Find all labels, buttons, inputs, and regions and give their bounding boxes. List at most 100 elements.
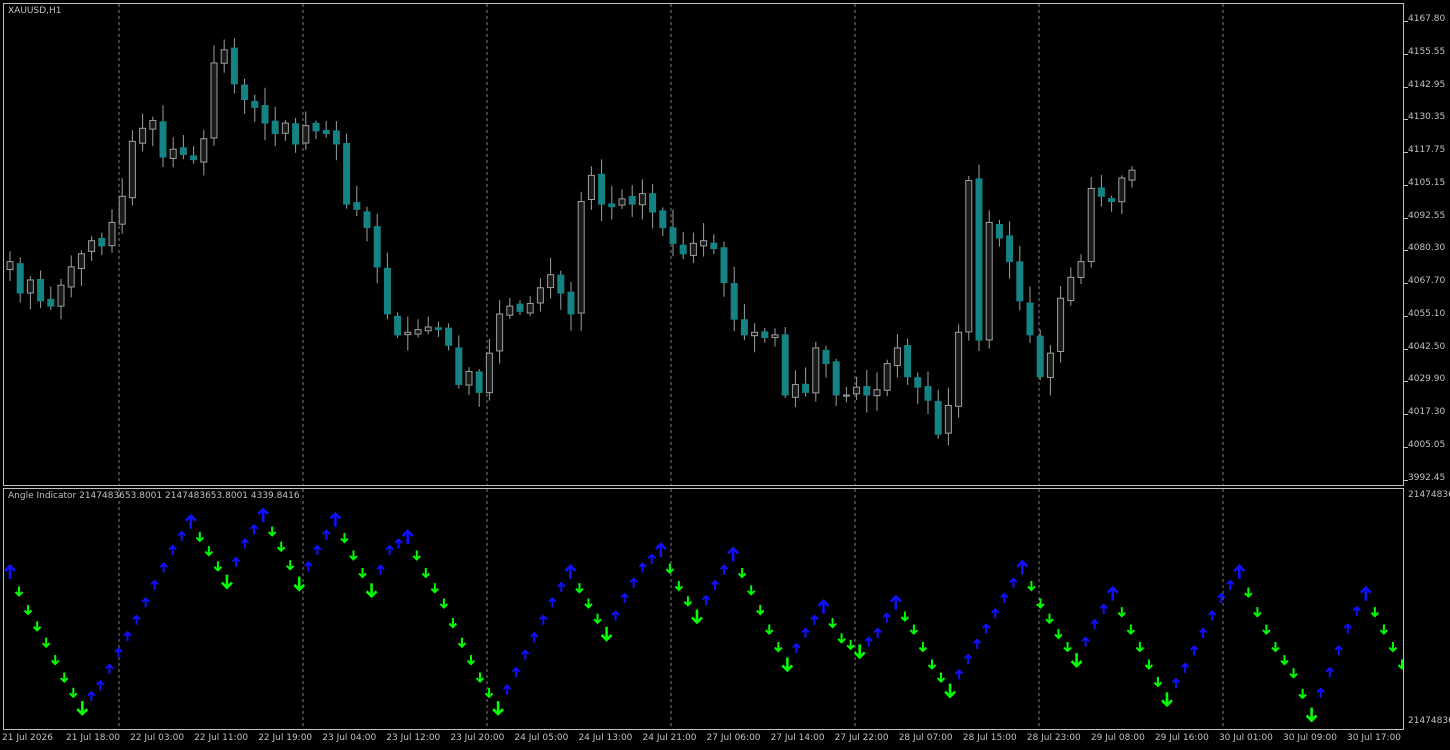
candle [363,206,371,242]
bear-candle-body [434,327,442,331]
up-arrow-icon [168,544,177,556]
bear-candle-body [781,334,789,396]
up-arrow-icon [177,530,186,541]
candle [638,179,646,220]
up-arrow-icon [376,564,385,575]
up-arrow-icon [638,562,647,573]
down-arrow-icon [475,672,485,683]
candle [302,111,310,150]
candle [322,120,330,138]
price-tick-mark [1404,283,1408,284]
candle [108,209,116,253]
candle [873,372,881,411]
down-arrow-icon [1054,628,1063,640]
up-arrow-icon [557,581,566,593]
bull-candle-body [1128,169,1136,181]
down-arrow-icon [412,550,421,561]
candlestick-chart[interactable] [4,4,1404,486]
up-arrow-icon [231,556,241,568]
down-arrow-icon [23,604,33,616]
candle [965,176,973,341]
candle [751,323,759,353]
down-arrow-icon [900,611,910,622]
bear-candle-body [445,327,453,346]
candle [98,232,106,256]
down-arrow-icon [358,567,367,579]
bull-candle-body [77,253,85,270]
bear-candle-body [598,173,606,205]
bear-candle-body [914,377,922,388]
bear-candle-body [1097,187,1105,197]
bear-candle-body [179,147,187,155]
bull-candle-body [751,331,759,337]
candle [516,300,524,316]
time-tick-label: 27 Jul 22:00 [834,733,889,743]
indicator-axis-top-label: 214748365 [1408,490,1450,500]
bear-candle-body [332,130,340,145]
bull-candle-body [149,119,157,130]
bull-candle-body [526,302,534,314]
candle [832,358,840,407]
up-arrow-icon [502,684,512,695]
up-arrow-icon [159,562,168,573]
candle [598,159,606,222]
bull-candle-body [506,305,514,316]
candle [995,219,1003,247]
bear-candle-body [47,298,55,307]
down-arrow-icon [267,526,277,537]
candle [842,386,850,403]
candle [526,296,534,317]
bull-candle-body [853,386,861,395]
candle [434,321,442,337]
time-tick-label: 30 Jul 01:00 [1218,733,1273,743]
bear-candle-body [353,202,361,210]
down-arrow-icon [1135,642,1145,653]
candle [312,120,320,140]
up-arrow-icon [521,649,530,660]
candle [37,270,45,308]
bull-candle-body [26,279,34,294]
time-tick-label: 27 Jul 14:00 [770,733,825,743]
bull-candle-body [67,266,75,288]
up-arrow-icon [954,668,964,680]
angle-indicator-chart[interactable] [4,489,1404,730]
candle [904,338,912,385]
time-tick-label: 21 Jul 18:00 [66,733,121,743]
candle [547,257,555,299]
bear-candle-body [710,242,718,250]
up-arrow-icon [1198,627,1208,638]
candle [159,105,167,168]
bull-candle-body [88,240,96,252]
candle [190,146,198,164]
bull-candle-body [618,198,626,206]
candle [57,278,65,320]
bull-candle-body [893,347,901,367]
up-arrow-icon [184,513,197,529]
candle [914,372,922,405]
up-arrow-icon [1334,644,1343,656]
up-arrow-icon [1207,610,1217,621]
candle [1067,267,1075,306]
candle [700,223,708,257]
bear-candle-body [455,347,463,386]
down-arrow-icon [737,567,747,579]
candle [404,316,412,351]
bull-candle-body [57,284,65,307]
up-arrow-icon [1343,623,1352,634]
down-arrow-icon [1070,653,1083,668]
down-arrow-icon [944,683,956,699]
down-arrow-icon [918,642,928,653]
bear-candle-body [730,283,738,320]
bull-candle-body [873,389,881,397]
price-tick-mark [1404,217,1408,219]
price-chart-pane[interactable]: XAUUSD,H1 [3,3,1404,486]
candle [771,328,779,347]
bull-candle-body [638,193,646,206]
bear-candle-body [1026,302,1034,336]
indicator-pane[interactable]: Angle Indicator 2147483653.8001 21474836… [3,488,1404,730]
bull-candle-body [128,140,136,199]
bear-candle-body [822,349,830,365]
candle [149,116,157,147]
up-arrow-icon [972,638,982,649]
up-arrow-icon [329,511,342,527]
